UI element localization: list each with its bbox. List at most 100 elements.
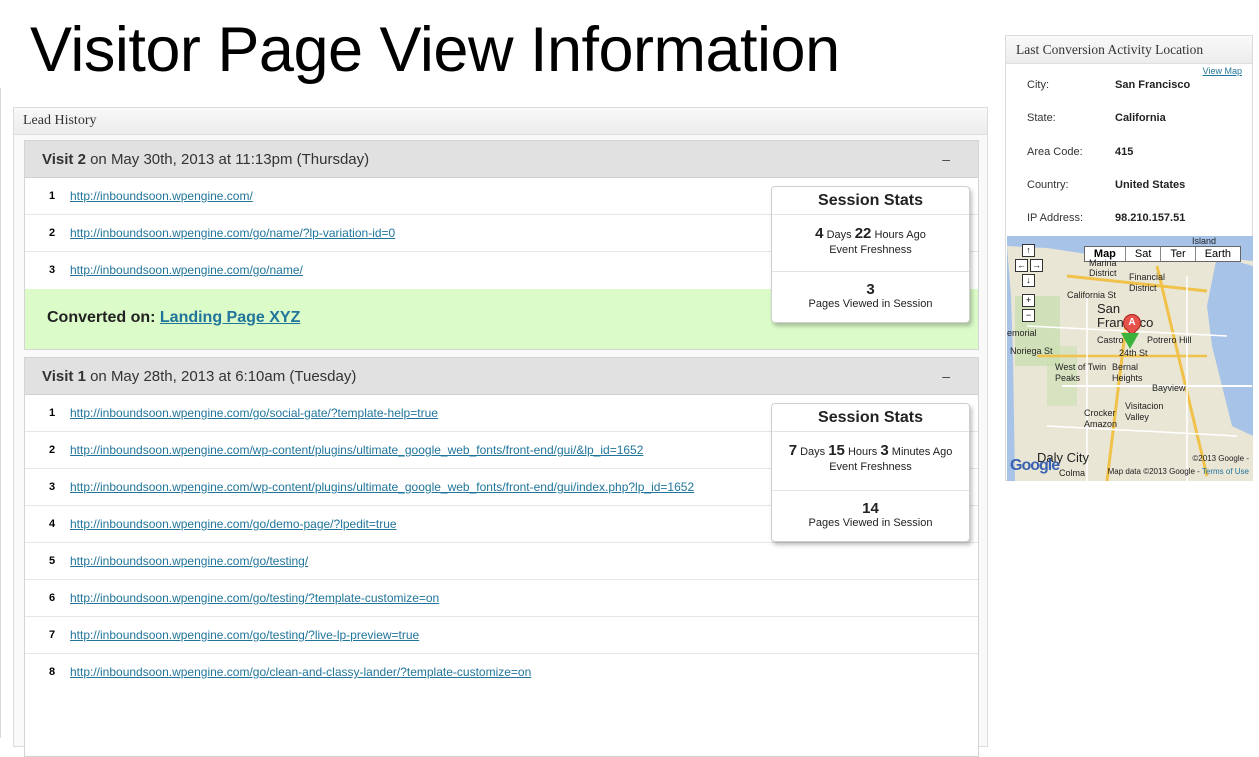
info-row-area-code: Area Code: 415 [1027, 146, 1133, 158]
page-view-link[interactable]: http://inboundsoon.wpengine.com/go/testi… [70, 543, 308, 579]
field-value: San Francisco [1115, 79, 1191, 91]
field-value: United States [1115, 179, 1186, 191]
page-view-link[interactable]: http://inboundsoon.wpengine.com/go/clean… [70, 654, 531, 690]
hours-unit: Hours Ago [871, 229, 926, 241]
session-stats-title: Session Stats [772, 187, 969, 215]
pan-left-icon[interactable]: ← [1015, 259, 1028, 272]
minutes-value: 3 [880, 442, 889, 459]
info-row-city: City: San Francisco [1027, 79, 1190, 91]
page-view-link[interactable]: http://inboundsoon.wpengine.com/wp-conte… [70, 469, 694, 505]
page-view-number: 7 [49, 629, 56, 641]
event-freshness: 7 Days 15 Hours 3 Minutes Ago Event Fres… [772, 432, 969, 491]
minutes-unit: Minutes Ago [888, 446, 953, 458]
page-view-row: 7 http://inboundsoon.wpengine.com/go/tes… [25, 617, 978, 654]
map-label: Financial District [1129, 272, 1166, 293]
session-stats-card: Session Stats 4 Days 22 Hours Ago Event … [771, 186, 970, 323]
map-label: California St [1067, 290, 1117, 300]
map-label: Bayview [1152, 383, 1186, 393]
lead-history-panel: Lead History Visit 2 on May 30th, 2013 a… [13, 107, 988, 757]
map-data-text: Map data ©2013 Google - [1107, 467, 1202, 476]
map-label: Island [1192, 236, 1217, 246]
destination-arrow-icon [1121, 333, 1139, 349]
page-view-row: 6 http://inboundsoon.wpengine.com/go/tes… [25, 580, 978, 617]
page-view-number: 5 [49, 555, 56, 567]
map-label: Potrero Hill [1147, 335, 1192, 345]
pages-viewed-label: Pages Viewed in Session [808, 298, 933, 310]
pan-right-icon[interactable]: → [1030, 259, 1043, 272]
field-value: 415 [1115, 146, 1134, 158]
field-label: Country: [1027, 179, 1069, 191]
visit-2-header[interactable]: Visit 2 on May 30th, 2013 at 11:13pm (Th… [25, 141, 978, 178]
page-view-number: 1 [49, 407, 56, 419]
terms-of-use-link[interactable]: Terms of Use [1202, 467, 1249, 476]
converted-on-label: Converted on: [47, 309, 160, 326]
map-label: Colma [1059, 468, 1086, 478]
hours-value: 22 [854, 225, 872, 242]
left-edge-border [0, 88, 4, 738]
pages-count: 14 [862, 500, 879, 517]
event-freshness-label: Event Freshness [829, 461, 912, 473]
marker-label: A [1128, 317, 1136, 328]
pan-down-icon[interactable]: ↓ [1022, 274, 1035, 287]
page-view-link[interactable]: http://inboundsoon.wpengine.com/go/demo-… [70, 506, 397, 542]
map-label: Crocker Amazon [1084, 408, 1118, 429]
map-label: Noriega St [1010, 346, 1053, 356]
page-view-number: 1 [49, 190, 56, 202]
conversion-location-title: Last Conversion Activity Location [1006, 36, 1252, 64]
page-view-number: 3 [49, 264, 56, 276]
map-label: Marina District [1089, 258, 1117, 278]
page-view-number: 4 [49, 518, 56, 530]
field-value: California [1115, 112, 1166, 124]
map-type-sat[interactable]: Sat [1124, 247, 1161, 261]
map-type-ter[interactable]: Ter [1160, 247, 1194, 261]
zoom-in-icon[interactable]: + [1022, 294, 1035, 307]
pages-viewed-label: Pages Viewed in Session [808, 517, 933, 529]
field-label: City: [1027, 79, 1049, 91]
page-view-link[interactable]: http://inboundsoon.wpengine.com/go/testi… [70, 580, 439, 616]
page-view-link[interactable]: http://inboundsoon.wpengine.com/go/socia… [70, 395, 438, 431]
pan-up-icon[interactable]: ↑ [1022, 244, 1035, 257]
page-view-link[interactable]: http://inboundsoon.wpengine.com/go/name/… [70, 215, 395, 251]
page-view-number: 3 [49, 481, 56, 493]
conversion-location-panel: Last Conversion Activity Location View M… [1005, 35, 1253, 481]
info-row-country: Country: United States [1027, 179, 1185, 191]
session-stats-card: Session Stats 7 Days 15 Hours 3 Minutes … [771, 403, 970, 542]
page-view-link[interactable]: http://inboundsoon.wpengine.com/wp-conte… [70, 432, 643, 468]
days-unit: Days [797, 446, 829, 458]
location-map[interactable]: Map Sat Ter Earth ↑ ← → ↓ + − Island Mar… [1007, 236, 1253, 481]
page-view-link[interactable]: http://inboundsoon.wpengine.com/go/testi… [70, 617, 419, 653]
map-copyright: ©2013 Google - [1192, 454, 1249, 463]
days-value: 4 [815, 225, 824, 242]
page-view-row: 8 http://inboundsoon.wpengine.com/go/cle… [25, 654, 978, 691]
field-value: 98.210.157.51 [1115, 212, 1186, 224]
field-label: Area Code: [1027, 146, 1083, 158]
pages-viewed: 14 Pages Viewed in Session [772, 491, 969, 541]
map-label: Bernal Heights [1112, 362, 1143, 383]
pages-count: 3 [866, 281, 875, 298]
google-logo: Google [1010, 457, 1060, 474]
collapse-button[interactable]: – [942, 358, 950, 395]
hours-unit: Hours [844, 446, 881, 458]
map-label: Castro [1097, 335, 1124, 345]
collapse-button[interactable]: – [942, 141, 950, 178]
page-view-link[interactable]: http://inboundsoon.wpengine.com/ [70, 178, 253, 214]
info-row-state: State: California [1027, 112, 1166, 124]
view-map-link[interactable]: View Map [1203, 66, 1242, 76]
lead-history-title: Lead History [14, 108, 987, 135]
visit-1-header[interactable]: Visit 1 on May 28th, 2013 at 6:10am (Tue… [25, 358, 978, 395]
visit-label: Visit 1 [42, 368, 86, 385]
page-view-link[interactable]: http://inboundsoon.wpengine.com/go/name/ [70, 252, 303, 288]
event-freshness-label: Event Freshness [829, 244, 912, 256]
map-label: West of Twin Peaks [1055, 362, 1107, 383]
converted-landing-page-link[interactable]: Landing Page XYZ [160, 309, 300, 326]
visit-date: on May 28th, 2013 at 6:10am (Tuesday) [85, 368, 357, 385]
zoom-out-icon[interactable]: − [1022, 309, 1035, 322]
map-type-earth[interactable]: Earth [1194, 247, 1240, 261]
event-freshness: 4 Days 22 Hours Ago Event Freshness [772, 215, 969, 272]
page-view-row: 5 http://inboundsoon.wpengine.com/go/tes… [25, 543, 978, 580]
pages-viewed: 3 Pages Viewed in Session [772, 272, 969, 322]
days-value: 7 [788, 442, 798, 459]
page-view-number: 2 [49, 227, 56, 239]
field-label: State: [1027, 112, 1056, 124]
days-unit: Days [823, 229, 855, 241]
